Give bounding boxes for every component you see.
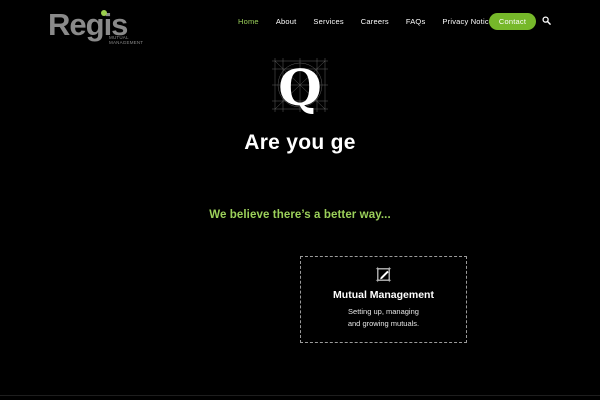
hero-title: Are you ge <box>244 131 356 154</box>
nav-item-about[interactable]: About <box>276 17 297 26</box>
service-card-mutual-management[interactable]: Mutual Management Setting up, managing a… <box>300 256 467 343</box>
card-title: Mutual Management <box>333 289 434 301</box>
nav-item-home[interactable]: Home <box>238 17 259 26</box>
logo[interactable]: Regis MUTUAL MANAGEMENT <box>48 8 143 46</box>
logo-dot <box>101 10 107 16</box>
contact-button[interactable]: Contact <box>489 13 536 30</box>
q-grid-icon: Q <box>272 58 328 115</box>
logo-subtitle: MUTUAL MANAGEMENT <box>109 35 179 45</box>
nav-item-careers[interactable]: Careers <box>361 17 389 26</box>
nav-item-privacy-notice[interactable]: Privacy Notice <box>442 17 493 26</box>
bottom-divider <box>0 395 600 396</box>
logo-subtitle-line2: MANAGEMENT <box>109 40 144 45</box>
q-letter: Q <box>278 58 322 115</box>
pencil-square-icon <box>375 266 392 283</box>
card-description-line2: and growing mutuals. <box>347 319 420 328</box>
card-description-line1: Setting up, managing <box>348 307 419 316</box>
nav-item-faqs[interactable]: FAQs <box>406 17 426 26</box>
nav-item-services[interactable]: Services <box>313 17 343 26</box>
card-description: Setting up, managing and growing mutuals… <box>301 306 466 330</box>
main-nav: Home About Services Careers FAQs Privacy… <box>238 13 510 30</box>
page: Regis MUTUAL MANAGEMENT Home About Servi… <box>0 0 600 400</box>
search-icon[interactable] <box>542 16 551 25</box>
tagline: We believe there’s a better way... <box>209 209 391 221</box>
